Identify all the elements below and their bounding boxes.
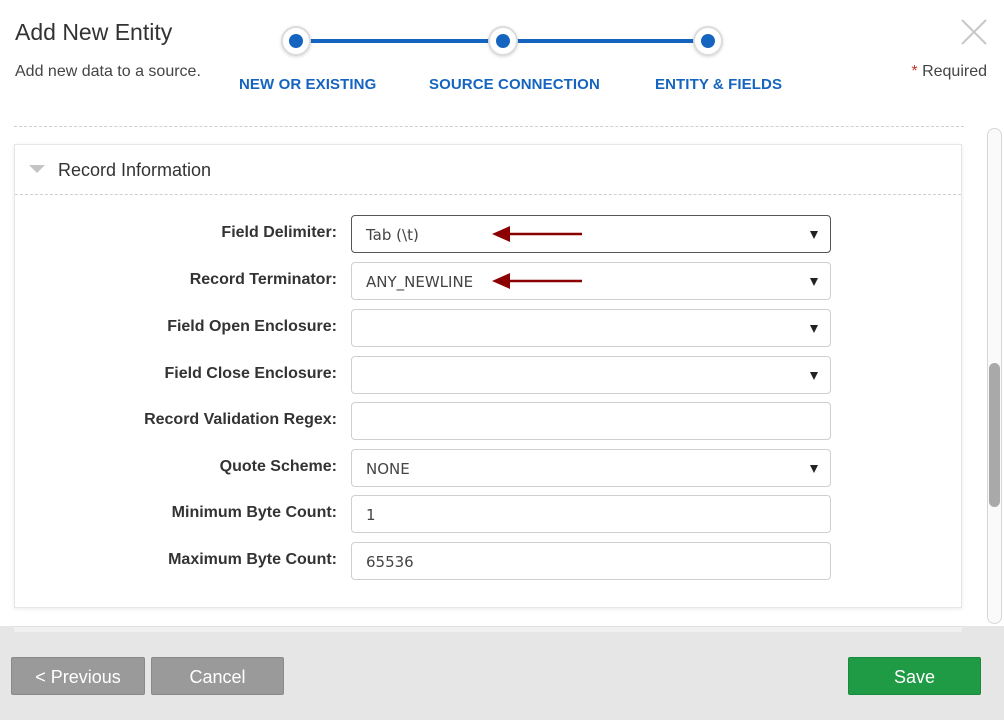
- field-open-enclosure-label: Field Open Enclosure:: [167, 318, 337, 335]
- close-icon[interactable]: [958, 16, 990, 48]
- maximum-byte-count-input[interactable]: 65536: [351, 542, 831, 580]
- minimum-byte-count-row: Minimum Byte Count: 1: [15, 495, 961, 533]
- save-button[interactable]: Save: [848, 657, 981, 695]
- maximum-byte-count-label: Maximum Byte Count:: [168, 551, 337, 568]
- section-title: Record Information: [58, 160, 212, 180]
- minimum-byte-count-value: 1: [366, 506, 376, 524]
- quote-scheme-value: NONE: [366, 460, 410, 478]
- annotation-arrow-icon: [492, 273, 582, 289]
- section-header[interactable]: Record Information: [15, 145, 961, 195]
- collapse-caret-icon[interactable]: [29, 165, 45, 173]
- step-2-label[interactable]: SOURCE CONNECTION: [429, 76, 600, 93]
- record-terminator-select[interactable]: ANY_NEWLINE: [351, 262, 831, 300]
- field-delimiter-value: Tab (\t): [366, 226, 419, 244]
- field-close-enclosure-label: Field Close Enclosure:: [164, 365, 337, 382]
- quote-scheme-row: Quote Scheme: NONE: [15, 449, 961, 487]
- field-delimiter-row: Field Delimiter: Tab (\t): [15, 215, 961, 253]
- dialog-header: Add New Entity Add new data to a source.…: [0, 0, 1004, 122]
- step-1-label[interactable]: NEW OR EXISTING: [239, 76, 376, 93]
- record-terminator-label: Record Terminator:: [189, 271, 337, 288]
- record-terminator-row: Record Terminator: ANY_NEWLINE: [15, 262, 961, 300]
- step-3-label[interactable]: ENTITY & FIELDS: [655, 76, 782, 93]
- field-close-enclosure-row: Field Close Enclosure:: [15, 356, 961, 394]
- dialog-title: Add New Entity: [15, 19, 173, 45]
- previous-button[interactable]: < Previous: [11, 657, 145, 695]
- dialog-footer: < Previous Cancel Save: [0, 626, 1004, 720]
- required-text: Required: [917, 63, 987, 80]
- chevron-down-icon: [810, 278, 818, 286]
- chevron-down-icon: [810, 325, 818, 333]
- field-open-enclosure-select[interactable]: [351, 309, 831, 347]
- maximum-byte-count-value: 65536: [366, 553, 414, 571]
- step-2-dot[interactable]: [488, 26, 518, 56]
- minimum-byte-count-input[interactable]: 1: [351, 495, 831, 533]
- cancel-button[interactable]: Cancel: [151, 657, 284, 695]
- field-open-enclosure-row: Field Open Enclosure:: [15, 309, 961, 347]
- field-close-enclosure-select[interactable]: [351, 356, 831, 394]
- minimum-byte-count-label: Minimum Byte Count:: [171, 504, 337, 521]
- quote-scheme-select[interactable]: NONE: [351, 449, 831, 487]
- quote-scheme-label: Quote Scheme:: [219, 458, 337, 475]
- dialog-subtitle: Add new data to a source.: [15, 63, 201, 80]
- divider: [14, 126, 964, 127]
- record-validation-regex-row: Record Validation Regex:: [15, 402, 961, 440]
- next-section-peek: [14, 626, 962, 632]
- step-1-dot[interactable]: [281, 26, 311, 56]
- annotation-arrow-icon: [492, 226, 582, 242]
- record-information-panel: Record Information Field Delimiter: Tab …: [14, 144, 962, 608]
- field-delimiter-select[interactable]: Tab (\t): [351, 215, 831, 253]
- maximum-byte-count-row: Maximum Byte Count: 65536: [15, 542, 961, 580]
- required-note: * Required: [911, 63, 987, 81]
- chevron-down-icon: [810, 465, 818, 473]
- record-validation-regex-input[interactable]: [351, 402, 831, 440]
- record-terminator-value: ANY_NEWLINE: [366, 273, 474, 291]
- field-delimiter-label: Field Delimiter:: [221, 224, 337, 241]
- chevron-down-icon: [810, 231, 818, 239]
- scrollbar-thumb[interactable]: [989, 363, 1000, 507]
- chevron-down-icon: [810, 372, 818, 380]
- record-validation-regex-label: Record Validation Regex:: [144, 411, 337, 428]
- step-3-dot[interactable]: [693, 26, 723, 56]
- scrollbar[interactable]: [987, 128, 1002, 624]
